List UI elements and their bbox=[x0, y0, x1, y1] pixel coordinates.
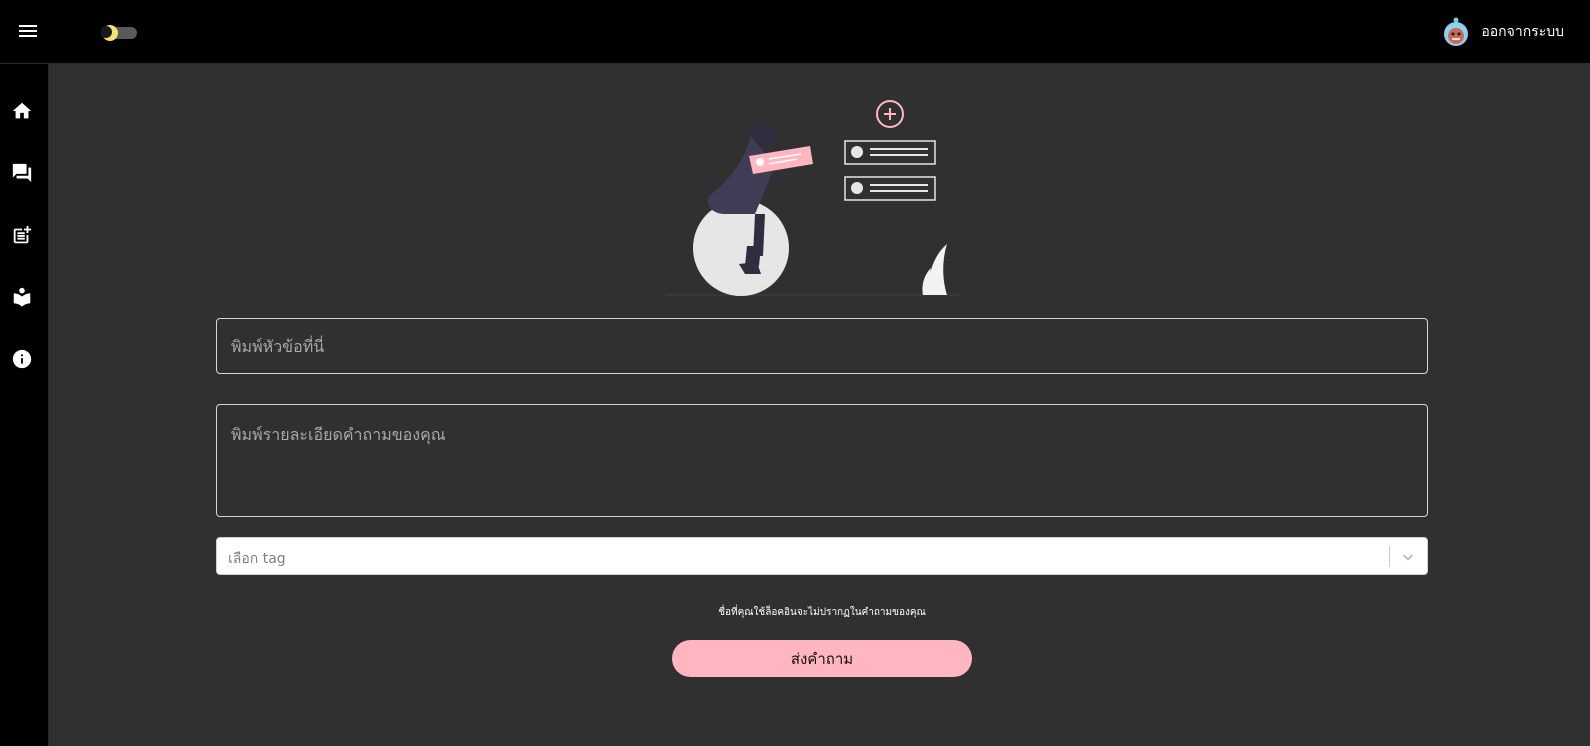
description-textarea[interactable] bbox=[216, 404, 1428, 517]
theme-toggle[interactable] bbox=[101, 25, 137, 41]
forum-icon[interactable] bbox=[11, 162, 33, 184]
top-app-bar: ออกจากระบบ bbox=[0, 0, 1590, 64]
tag-select[interactable]: เลือก tag bbox=[216, 537, 1428, 575]
post-add-icon[interactable] bbox=[11, 224, 33, 246]
side-nav bbox=[0, 64, 49, 746]
tag-select-separator bbox=[1389, 546, 1390, 567]
privacy-notice: ชื่อที่คุณใช้ล็อคอินจะไม่ปรากฏในคำถามของ… bbox=[718, 607, 926, 618]
avatar bbox=[1444, 17, 1469, 46]
moon-icon bbox=[101, 25, 118, 41]
menu-icon[interactable] bbox=[18, 22, 40, 42]
home-icon[interactable] bbox=[11, 100, 33, 122]
chevron-down-icon[interactable] bbox=[1400, 549, 1416, 565]
tag-select-placeholder: เลือก tag bbox=[228, 551, 286, 567]
logout-link[interactable]: ออกจากระบบ bbox=[1481, 21, 1564, 43]
user-menu[interactable]: ออกจากระบบ bbox=[1443, 12, 1564, 52]
reading-icon[interactable] bbox=[11, 286, 33, 308]
title-input[interactable] bbox=[216, 318, 1428, 374]
info-icon[interactable] bbox=[11, 348, 33, 370]
ask-question-illustration bbox=[665, 100, 960, 296]
submit-question-button[interactable]: ส่งคำถาม bbox=[672, 640, 972, 677]
